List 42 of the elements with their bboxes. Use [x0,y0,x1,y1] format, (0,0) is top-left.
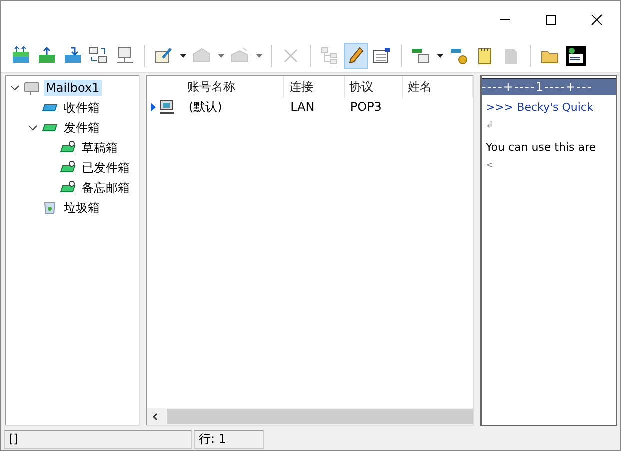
caret-icon [218,54,224,58]
scrollbar-thumb[interactable] [167,409,473,424]
hierarchy-icon [320,46,340,66]
table-cell: LAN [290,100,315,114]
maximize-icon[interactable] [545,14,557,26]
caret-icon [436,54,444,58]
computer-icon [159,100,175,114]
line-mark: ↲ [486,121,495,133]
column-header[interactable]: 连接 [284,76,345,98]
folder-item[interactable]: 收件箱 [62,98,102,118]
column-header[interactable]: 姓名 [402,76,474,98]
body-text: You can use this are [486,141,598,156]
caret-icon [180,54,186,58]
tray-down-arrow-icon [63,46,83,66]
column-header[interactable]: 账号名称 [182,76,284,98]
folder-item[interactable]: 发件箱 [62,118,102,138]
folder-item[interactable]: 草稿箱 [80,138,120,158]
table-cell: POP3 [350,100,382,114]
status-text: 行: 1 [199,430,226,448]
trash-can-icon [42,200,58,216]
status-text: [] [9,432,18,446]
horizontal-scrollbar[interactable] [147,408,473,425]
quote-heading: >>> Becky's Quick [486,101,594,116]
caret-icon [256,54,262,58]
tray-up-arrow-icon [37,46,57,66]
line-mark: < [486,161,495,173]
notepad-pen-icon [154,46,174,66]
ruler: ----+----1----+--- [482,78,616,95]
chevron-down-icon[interactable] [10,83,20,93]
computers-sync-icon [89,46,109,66]
mailbox-icon [24,80,40,96]
close-icon[interactable] [591,14,603,26]
chevron-down-icon[interactable] [28,123,38,133]
computer-icon [115,46,135,66]
folder-item[interactable]: 垃圾箱 [62,198,102,218]
toolbar-button[interactable] [344,42,368,68]
tray-arrows-icon [11,46,31,66]
folder-item[interactable]: 已发件箱 [80,158,132,178]
table-cell: (默认) [188,100,222,114]
folder-item[interactable]: Mailbox1 [44,80,102,96]
column-header[interactable]: 协议 [344,76,403,98]
folder-item[interactable]: 备忘邮箱 [80,178,132,198]
